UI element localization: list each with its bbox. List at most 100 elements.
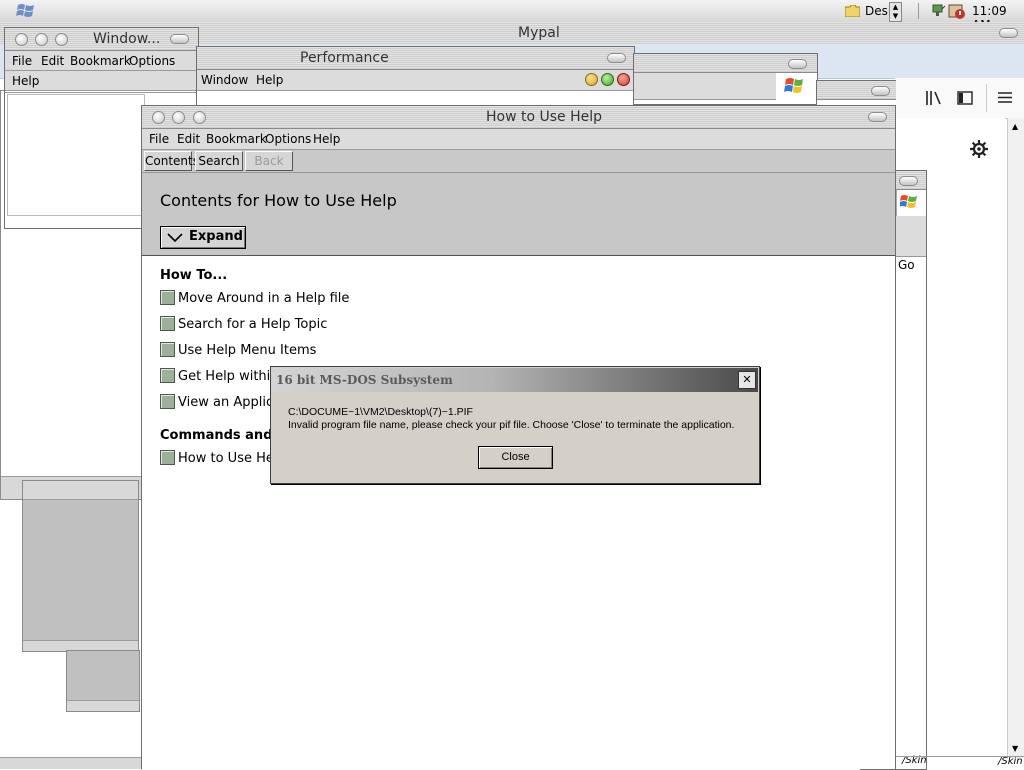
menu-hamburger-icon[interactable] — [998, 91, 1012, 104]
windows-flag-icon — [784, 76, 806, 99]
menu-bookmark[interactable]: Bookmark — [206, 132, 267, 146]
topic-book-icon — [160, 316, 175, 331]
window-zoom-button[interactable] — [55, 33, 68, 46]
back-window-collapse-button[interactable] — [871, 86, 890, 96]
help-zoom-button[interactable] — [193, 111, 206, 124]
menu-help[interactable]: Help — [256, 73, 283, 87]
library-icon[interactable] — [925, 91, 943, 105]
expand-label: Expand — [189, 229, 243, 244]
dialog-path: C:\DOCUME~1\VM2\Desktop\(7)~1.PIF — [288, 406, 473, 418]
mypal-scrollbar[interactable]: ▲ ▼ — [1007, 118, 1024, 758]
go-bar — [896, 216, 926, 257]
help-topic-label: Move Around in a Help file — [178, 291, 350, 306]
window-window-menubar-2: Help — [5, 71, 198, 91]
dialog-close-action-button[interactable]: Close — [478, 446, 553, 469]
help-heading: Contents for How to Use Help — [160, 191, 397, 210]
xp-window-toolbar — [634, 73, 776, 100]
topic-book-icon — [160, 394, 175, 409]
tray-network-icon[interactable] — [931, 3, 946, 18]
window-window-content — [7, 94, 145, 216]
menu-help[interactable]: Help — [12, 74, 39, 88]
help-minimize-button[interactable] — [172, 111, 185, 124]
window-close-button[interactable] — [15, 33, 28, 46]
mypal-bottom-status — [895, 756, 1024, 757]
menu-file[interactable]: File — [12, 54, 32, 68]
search-button[interactable]: Search — [195, 151, 243, 171]
help-titlebar: How to Use Help — [142, 106, 895, 129]
back-window-strip — [816, 80, 896, 106]
mypal-toolbar — [895, 78, 1024, 119]
help-header-panel: Contents for How to Use Help Expand — [142, 173, 895, 256]
dialog-close-button[interactable]: ✕ — [738, 371, 756, 389]
help-topic-label: How to Use Hel — [178, 451, 278, 466]
tray-separator — [918, 3, 919, 19]
performance-collapse-button[interactable] — [607, 53, 626, 63]
window-window-title: Window... — [93, 31, 161, 47]
menu-options[interactable]: Options — [265, 132, 311, 146]
section-howto: How To... — [160, 268, 228, 283]
bottom-left-strip — [0, 757, 145, 769]
xp-window-collapse-button[interactable] — [788, 59, 807, 69]
close-red-icon[interactable] — [617, 73, 630, 86]
dialog-titlebar: 16 bit MS-DOS Subsystem ✕ — [272, 368, 758, 392]
help-topic-label: Search for a Help Topic — [178, 317, 328, 332]
help-collapse-button[interactable] — [868, 112, 887, 122]
topic-book-icon — [160, 290, 175, 305]
scroll-down-arrow-icon[interactable]: ▼ — [1012, 744, 1018, 753]
performance-title: Performance — [300, 50, 389, 66]
menu-window[interactable]: Window — [201, 73, 248, 87]
help-topic-label: View an Applica — [178, 395, 282, 410]
minimize-yellow-icon[interactable] — [585, 73, 598, 86]
dialog-title: 16 bit MS-DOS Subsystem — [276, 373, 453, 387]
skin-label-right: /Skin — [998, 756, 1023, 767]
background-window-mid — [22, 480, 139, 652]
menu-options[interactable]: Options — [129, 54, 175, 68]
help-menubar: File Edit Bookmark Options Help — [142, 129, 895, 150]
msdos-dialog: 16 bit MS-DOS Subsystem ✕ C:\DOCUME~1\VM… — [270, 366, 760, 484]
menu-help[interactable]: Help — [313, 132, 340, 146]
performance-menubar: Window Help — [197, 70, 634, 91]
performance-window: Performance Window Help — [196, 46, 635, 110]
folder-icon[interactable] — [844, 4, 861, 18]
topic-book-icon — [160, 450, 175, 465]
maximize-green-icon[interactable] — [601, 73, 614, 86]
close-button-label: Close — [501, 451, 530, 463]
xp-window — [633, 53, 818, 105]
mypal-title: Mypal — [518, 25, 560, 41]
topic-book-icon — [160, 368, 175, 383]
window-minimize-button[interactable] — [35, 33, 48, 46]
menu-file[interactable]: File — [149, 132, 169, 146]
chevron-down-icon — [167, 232, 183, 246]
top-taskbar: Desk ▲▼ 11:09 AM — [0, 0, 1024, 32]
dialog-message: Invalid program file name, please check … — [288, 419, 735, 431]
windows-flag-icon — [899, 193, 920, 214]
scroll-spinner[interactable]: ▲ ▼ — [889, 2, 902, 22]
menu-bookmark[interactable]: Bookmark — [70, 54, 131, 68]
contents-button[interactable]: Contents — [144, 151, 199, 171]
help-toolbar: Contents Search Back — [142, 150, 895, 173]
performance-titlebar: Performance — [197, 47, 634, 70]
section-commands: Commands and — [160, 428, 273, 443]
sidebar-icon[interactable] — [957, 91, 973, 105]
help-window-title: How to Use Help — [486, 109, 603, 125]
background-window-small — [66, 650, 140, 712]
scroll-up-arrow-icon[interactable]: ▲ — [1012, 122, 1018, 131]
settings-gear-icon[interactable] — [970, 140, 988, 158]
menu-edit[interactable]: Edit — [41, 54, 64, 68]
mypal-collapse-button[interactable] — [999, 28, 1018, 38]
tray-alert-icon[interactable] — [948, 2, 966, 20]
expand-button[interactable]: Expand — [160, 226, 246, 249]
topic-book-icon — [160, 342, 175, 357]
window-window-titlebar: Window... — [5, 28, 198, 51]
go-button[interactable]: Go — [898, 258, 915, 272]
back-button[interactable]: Back — [245, 151, 293, 171]
toolbar-divider — [986, 84, 987, 112]
menu-edit[interactable]: Edit — [177, 132, 200, 146]
go-window-collapse-button[interactable] — [899, 176, 918, 186]
help-topic-label: Get Help within — [178, 369, 279, 384]
window-window-menubar: File Edit Bookmark Options — [5, 51, 198, 71]
window-collapse-button[interactable] — [170, 34, 189, 44]
windows-logo-icon[interactable] — [16, 2, 36, 20]
help-close-button[interactable] — [152, 111, 165, 124]
go-window-brand-area — [896, 190, 926, 216]
